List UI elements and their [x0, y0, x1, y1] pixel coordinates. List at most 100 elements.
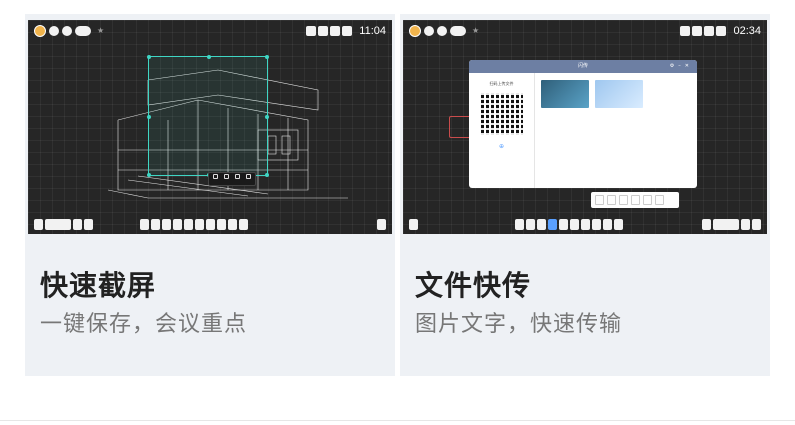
next-page-button[interactable]	[741, 219, 750, 230]
redo-button[interactable]	[570, 219, 579, 230]
meeting-badge[interactable]	[75, 26, 91, 36]
insert-tool[interactable]	[581, 219, 590, 230]
screenshot-tool[interactable]	[217, 219, 226, 230]
toolbar-icon[interactable]	[330, 26, 341, 36]
resize-handle[interactable]	[265, 173, 269, 177]
meeting-badge[interactable]	[450, 26, 466, 36]
whiteboard-screen: ★ 11:04	[28, 20, 392, 234]
save-button[interactable]	[235, 174, 240, 184]
screenshot-selection[interactable]	[147, 55, 269, 177]
menu-icon[interactable]	[437, 26, 447, 36]
insert-button[interactable]	[224, 174, 229, 184]
star-icon[interactable]: ★	[97, 26, 104, 36]
menu-button[interactable]	[34, 219, 43, 230]
minimize-button[interactable]	[752, 219, 761, 230]
eraser-tool[interactable]	[537, 219, 546, 230]
bottom-toolbar	[28, 219, 392, 230]
bottom-toolbar	[403, 219, 767, 230]
resize-handle[interactable]	[147, 173, 151, 177]
fullscreen-icon	[213, 174, 218, 179]
menu-button[interactable]	[409, 219, 418, 230]
star-icon[interactable]: ★	[472, 26, 479, 36]
clear-tool[interactable]	[603, 219, 612, 230]
undo-button[interactable]	[184, 219, 193, 230]
file-transfer-window: 闪传 ⚙–✕ 扫码上传文件 ⊕	[469, 60, 697, 188]
clock: 02:34	[733, 25, 761, 37]
eraser-tool[interactable]	[162, 219, 171, 230]
resize-handle[interactable]	[147, 55, 151, 59]
select-tool[interactable]	[140, 219, 149, 230]
home-icon[interactable]	[49, 26, 59, 36]
qr-pane: 扫码上传文件 ⊕	[469, 73, 535, 188]
toolbar-icon[interactable]	[692, 26, 703, 36]
menu-icon[interactable]	[62, 26, 72, 36]
clock: 11:04	[359, 25, 386, 37]
undo-button[interactable]	[559, 219, 568, 230]
card-subtitle: 图片文字，快速传输	[415, 312, 623, 337]
card-title: 文件快传	[415, 269, 532, 302]
select-tool[interactable]	[515, 219, 524, 230]
qr-code	[480, 93, 523, 135]
next-page-button[interactable]	[84, 219, 93, 230]
resize-handle[interactable]	[207, 55, 211, 59]
file-thumbnail[interactable]	[595, 80, 643, 108]
toolbar-icon[interactable]	[704, 26, 715, 36]
popup-tool-icon[interactable]	[595, 195, 604, 205]
top-left-toolbar: ★	[409, 25, 479, 37]
prev-page-button[interactable]	[702, 219, 711, 230]
resize-handle[interactable]	[265, 55, 269, 59]
feature-card-file-transfer: ★ 02:34 闪传 ⚙–✕ 扫码上传文件 ⊕ 文件快传 图片文字，快速传输	[400, 14, 770, 376]
avatar[interactable]	[409, 25, 421, 37]
page-indicator[interactable]	[713, 219, 739, 230]
cancel-button[interactable]	[246, 174, 251, 184]
save-icon	[235, 174, 240, 179]
file-item[interactable]	[595, 80, 643, 110]
toolbar-icon[interactable]	[716, 26, 727, 36]
pen-tool[interactable]	[526, 219, 535, 230]
page: ★ 11:04 快速截屏 一键保存，会议重点 ★ 02:34 闪传 ⚙–✕ 扫码…	[0, 0, 795, 425]
canvas-object-outline	[449, 116, 471, 138]
tool-popup	[591, 192, 679, 208]
minimize-button[interactable]	[377, 219, 386, 230]
toolbar-icon[interactable]	[680, 26, 691, 36]
avatar[interactable]	[34, 25, 46, 37]
toolbar-icon[interactable]	[306, 26, 317, 36]
toolbar-icon[interactable]	[318, 26, 329, 36]
top-left-toolbar: ★	[34, 25, 104, 37]
card-title: 快速截屏	[40, 269, 157, 302]
redo-button[interactable]	[195, 219, 204, 230]
file-item[interactable]	[541, 80, 589, 110]
insert-tool[interactable]	[206, 219, 215, 230]
file-transfer-tool[interactable]	[548, 219, 557, 230]
resize-handle[interactable]	[147, 115, 151, 119]
shape-tool[interactable]	[173, 219, 182, 230]
fullscreen-button[interactable]	[213, 174, 218, 184]
resize-handle[interactable]	[265, 115, 269, 119]
window-titlebar: 闪传 ⚙–✕	[469, 60, 697, 73]
more-tool[interactable]	[614, 219, 623, 230]
clear-tool[interactable]	[228, 219, 237, 230]
prev-page-button[interactable]	[73, 219, 82, 230]
toolbar-icon[interactable]	[342, 26, 353, 36]
zoom-icon[interactable]: ⊕	[469, 143, 534, 150]
insert-icon	[224, 174, 229, 179]
divider	[0, 420, 795, 421]
page-indicator[interactable]	[45, 219, 71, 230]
whiteboard-screen: ★ 02:34 闪传 ⚙–✕ 扫码上传文件 ⊕	[403, 20, 767, 234]
screenshot-tool[interactable]	[592, 219, 601, 230]
close-icon	[246, 174, 251, 179]
popup-tool-icon[interactable]	[607, 195, 616, 205]
popup-tool-icon[interactable]	[619, 195, 628, 205]
popup-tool-icon[interactable]	[631, 195, 640, 205]
feature-card-screenshot: ★ 11:04 快速截屏 一键保存，会议重点	[25, 14, 395, 376]
pen-tool[interactable]	[151, 219, 160, 230]
window-controls[interactable]: ⚙–✕	[670, 60, 693, 73]
more-tool[interactable]	[239, 219, 248, 230]
top-right-toolbar: 02:34	[680, 25, 761, 37]
top-right-toolbar: 11:04	[306, 25, 386, 37]
home-icon[interactable]	[424, 26, 434, 36]
window-title: 闪传	[577, 63, 588, 69]
file-thumbnail[interactable]	[541, 80, 589, 108]
popup-tool-icon[interactable]	[643, 195, 652, 205]
popup-tool-icon[interactable]	[655, 195, 664, 205]
